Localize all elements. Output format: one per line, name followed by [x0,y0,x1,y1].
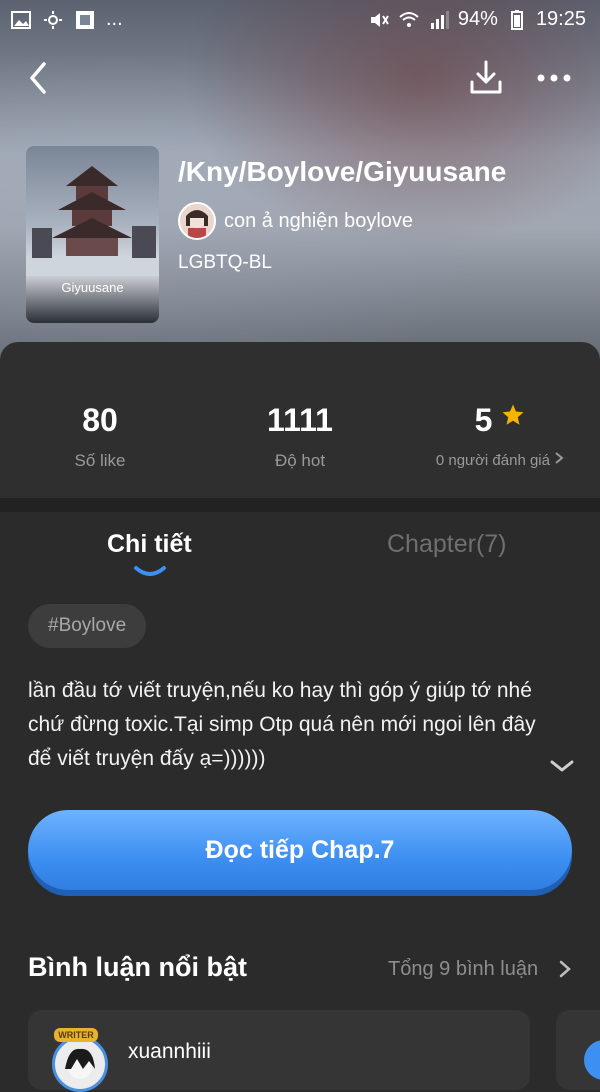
writer-badge: WRITER [54,1028,98,1042]
cover-label: Giyuusane [61,280,124,295]
rating-label: 0 người đánh giá [435,452,550,469]
hot-value: 1111 [267,402,333,438]
story-title: /Kny/Boylove/Giyuusane [178,156,507,187]
hot-label: Độ hot [274,451,326,470]
more-options-icon[interactable] [534,58,574,98]
tab-details[interactable]: Chi tiết [107,530,192,559]
star-icon [502,404,524,425]
author-avatar [178,202,216,240]
top-navigation [0,58,600,98]
download-icon[interactable] [466,58,506,98]
app-notification-icon [76,10,94,29]
pagoda-illustration [26,166,159,276]
continue-reading-button[interactable]: Đọc tiếp Chap.7 [28,810,572,890]
likes-label: Số like [74,451,126,470]
mute-icon [370,12,389,27]
back-arrow-icon[interactable] [22,58,62,98]
rating-value: 5 [474,402,493,438]
chevron-right-icon[interactable] [558,959,572,979]
story-description: lần đầu tớ viết truyện,nếu ko hay thì gó… [28,679,536,770]
total-comments-link[interactable]: Tổng 9 bình luận [388,958,538,981]
wifi-icon [399,11,419,27]
chevron-right-icon [555,452,564,464]
battery-percent: 94% [457,8,498,30]
hot-stat: 1111 Độ hot [200,402,400,471]
rating-value-row: 5 [400,402,600,439]
battery-icon [510,9,523,30]
likes-stat: 80 Số like [0,402,200,471]
rating-count-row: 0 người đánh giá [400,451,600,469]
more-notifications: ... [106,8,123,30]
rating-stat[interactable]: 5 0 người đánh giá [400,402,600,469]
active-tab-indicator [134,566,166,576]
comment-card[interactable]: WRITER xuannhiii [28,1010,530,1092]
author-row[interactable]: con ả nghiện boylove [178,202,413,240]
featured-comments-title: Bình luận nổi bật [28,952,247,982]
chevron-down-icon[interactable] [548,756,576,776]
story-category[interactable]: LGBTQ-BL [178,252,272,274]
author-name: con ả nghiện boylove [224,209,414,232]
stats-panel: 80 Số like 1111 Độ hot 5 0 người đánh gi… [0,342,600,498]
detail-section: Chi tiết Chapter(7) #Boylove lần đầu tớ … [0,512,600,1092]
signal-icon [430,10,449,29]
section-divider [0,498,600,512]
commenter-name: xuannhiii [128,1040,211,1063]
hashtag-chip[interactable]: #Boylove [28,604,147,648]
image-notification-icon [11,10,31,29]
weather-icon [44,10,62,29]
tab-chapters[interactable]: Chapter(7) [387,530,507,559]
clock: 19:25 [535,8,586,30]
status-bar: ... 94% 19:25 [0,0,600,42]
likes-value: 80 [82,402,118,438]
commenter-avatar [52,1036,108,1092]
story-cover[interactable]: Giyuusane [26,146,159,323]
